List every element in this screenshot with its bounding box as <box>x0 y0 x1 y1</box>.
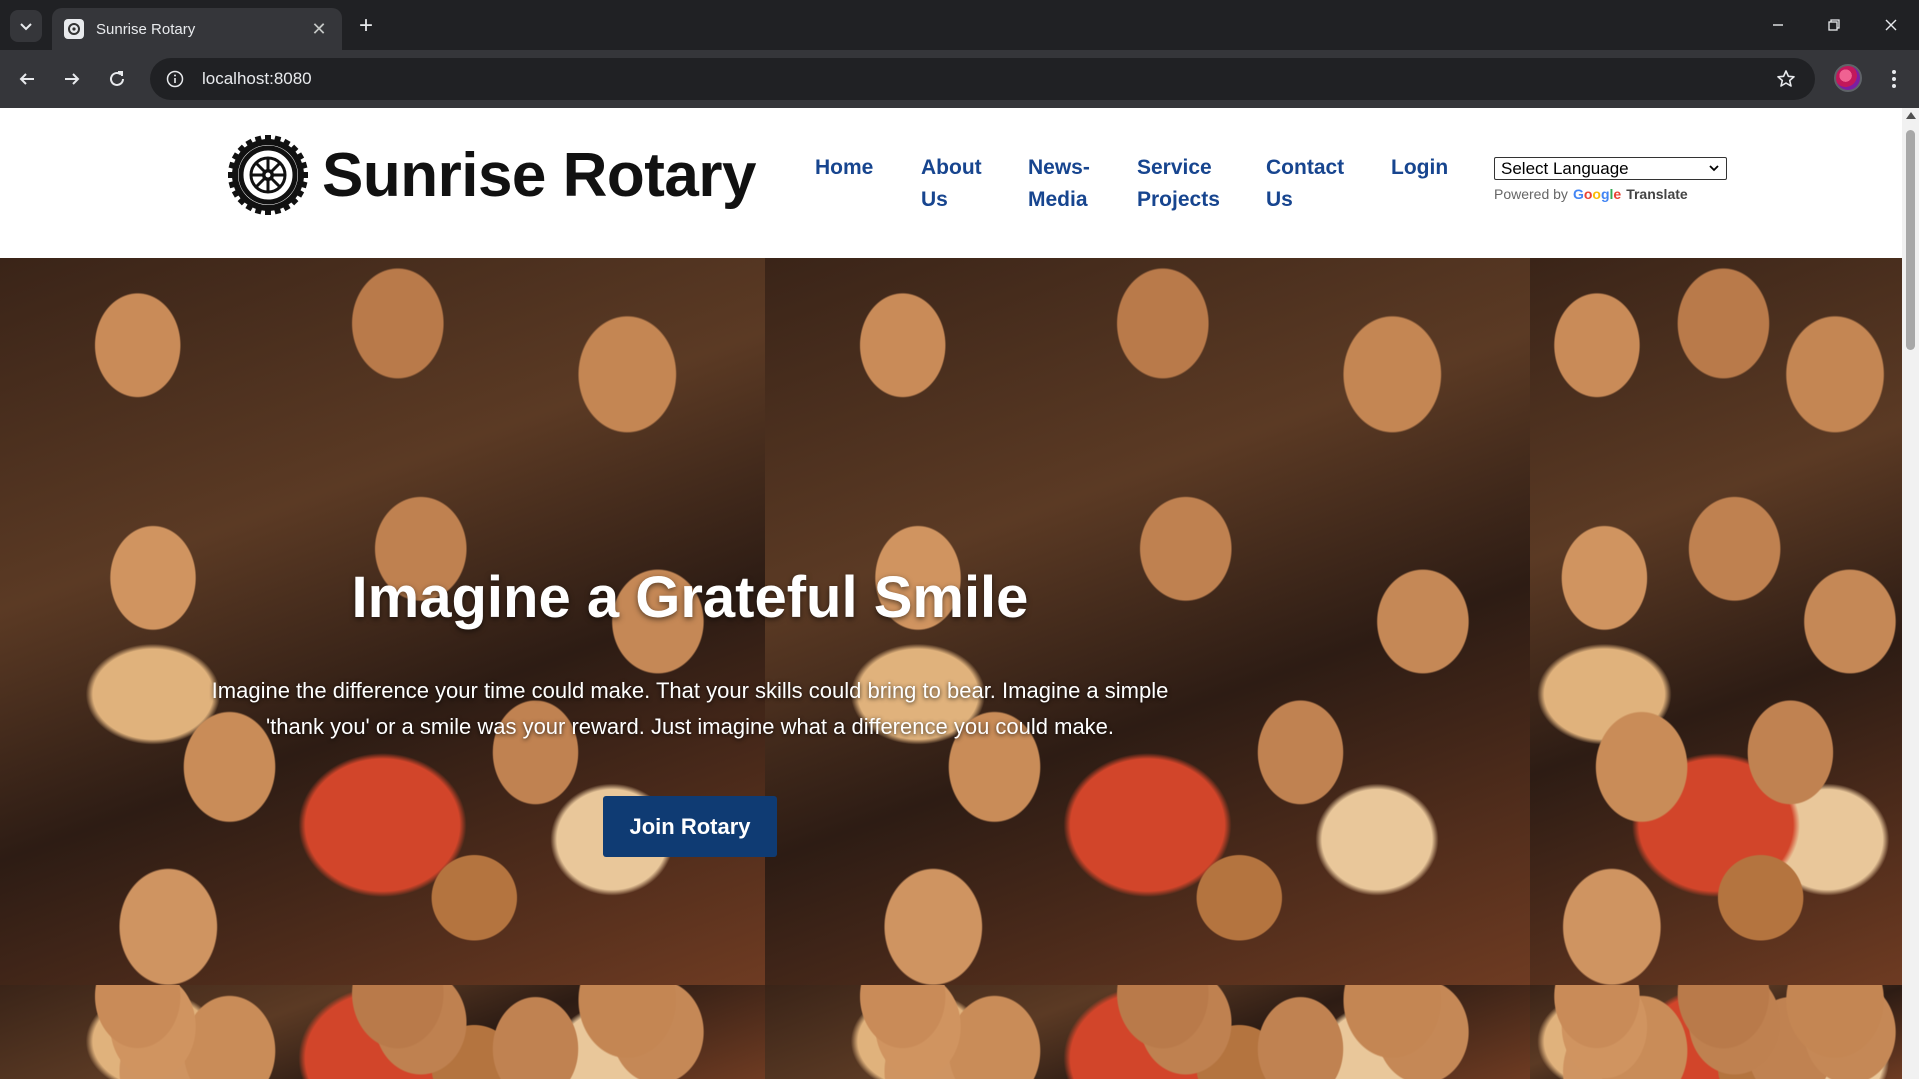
restore-icon[interactable] <box>1811 8 1857 42</box>
plus-icon[interactable]: + <box>352 12 380 40</box>
nav-contact-us[interactable]: Contact Us <box>1266 152 1344 216</box>
hero-photo <box>1530 985 1902 1079</box>
hero-photo <box>1530 258 1902 985</box>
nav-home[interactable]: Home <box>815 152 873 184</box>
star-icon[interactable] <box>1771 64 1801 94</box>
nav-contact-label-1: Contact <box>1266 156 1345 179</box>
nav-contact-label-2: Us <box>1266 188 1293 211</box>
minimize-icon[interactable] <box>1755 8 1801 42</box>
info-icon[interactable] <box>164 68 186 90</box>
powered-by-label: Powered by <box>1494 186 1568 202</box>
nav-service-projects[interactable]: Service Projects <box>1137 152 1220 216</box>
site-title: Sunrise Rotary <box>322 140 757 210</box>
rotary-favicon <box>64 19 84 39</box>
google-translate-widget: Select Language Powered by Google Transl… <box>1494 157 1727 202</box>
kebab-menu-icon[interactable] <box>1878 63 1910 95</box>
browser-toolbar: localhost:8080 <box>0 50 1919 108</box>
tab-search-button[interactable] <box>10 10 42 42</box>
hero-title: Imagine a Grateful Smile <box>351 565 1029 630</box>
close-tab-icon[interactable]: ✕ <box>308 19 330 40</box>
site-header: Sunrise Rotary Home About Us News- Media… <box>0 108 1902 258</box>
nav-about-us[interactable]: About Us <box>921 152 982 216</box>
nav-home-label: Home <box>815 156 874 179</box>
browser-tabstrip: Sunrise Rotary ✕ + <box>0 0 1919 50</box>
hero-photo <box>0 985 765 1079</box>
page-scrollbar[interactable] <box>1902 108 1919 1079</box>
tab-title: Sunrise Rotary <box>96 20 196 38</box>
page-viewport: Sunrise Rotary Home About Us News- Media… <box>0 108 1919 1079</box>
nav-login-label: Login <box>1391 156 1449 179</box>
powered-by-google: Powered by Google Translate <box>1494 186 1727 202</box>
chevron-down-icon <box>1709 165 1719 172</box>
window-close-icon[interactable] <box>1868 8 1914 42</box>
scrollbar-thumb[interactable] <box>1906 130 1915 350</box>
language-select[interactable]: Select Language <box>1494 157 1727 180</box>
hero-photo <box>765 985 1530 1079</box>
nav-service-label-2: Projects <box>1137 188 1220 211</box>
nav-login[interactable]: Login <box>1391 152 1448 184</box>
browser-tab[interactable]: Sunrise Rotary ✕ <box>52 8 342 50</box>
hero-subtitle: Imagine the difference your time could m… <box>211 678 1169 739</box>
url-text: localhost:8080 <box>202 69 312 88</box>
nav-about-label-2: Us <box>921 188 948 211</box>
language-select-value: Select Language <box>1501 158 1629 178</box>
arrow-right-icon[interactable] <box>56 63 88 95</box>
address-bar[interactable]: localhost:8080 <box>150 58 1815 100</box>
profile-avatar[interactable] <box>1834 64 1862 92</box>
translate-label: Translate <box>1626 186 1688 202</box>
reload-icon[interactable] <box>101 63 133 95</box>
join-rotary-button[interactable]: Join Rotary <box>603 796 777 857</box>
arrow-left-icon[interactable] <box>11 63 43 95</box>
scroll-up-arrow[interactable] <box>1906 112 1916 119</box>
nav-news-label-2: Media <box>1028 188 1088 211</box>
nav-service-label-1: Service <box>1137 156 1212 179</box>
site-logo[interactable]: Sunrise Rotary <box>226 133 757 217</box>
hero-section: Imagine a Grateful Smile Imagine the dif… <box>0 258 1902 1079</box>
nav-about-label-1: About <box>921 156 982 179</box>
google-logo[interactable]: Google <box>1573 186 1621 202</box>
nav-news-media[interactable]: News- Media <box>1028 152 1090 216</box>
chevron-down-icon <box>20 23 32 31</box>
nav-news-label-1: News- <box>1028 156 1090 179</box>
rotary-wheel-icon <box>228 135 308 215</box>
